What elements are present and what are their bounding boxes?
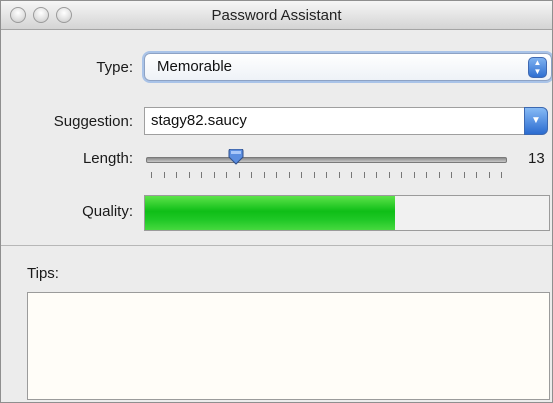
quality-meter-fill	[145, 196, 396, 230]
window-title: Password Assistant	[211, 7, 342, 24]
slider-tick	[401, 172, 402, 178]
type-value: Memorable	[157, 58, 233, 75]
suggestion-value: stagy82.saucy	[151, 112, 247, 129]
suggestion-label: Suggestion:	[53, 113, 133, 130]
slider-tick	[251, 172, 252, 178]
suggestion-field[interactable]: stagy82.saucy	[144, 107, 525, 135]
slider-tick	[388, 172, 390, 178]
slider-tick	[376, 172, 377, 178]
length-slider-ticks	[151, 172, 502, 180]
popup-arrows-icon[interactable]: ▲ ▼	[528, 57, 547, 78]
slider-tick	[463, 172, 465, 178]
slider-tick	[151, 172, 152, 178]
slider-tick	[501, 172, 502, 178]
length-slider-track[interactable]	[146, 157, 507, 163]
slider-tick	[213, 172, 215, 178]
slider-tick	[176, 172, 177, 178]
slider-tick	[301, 172, 302, 178]
slider-tick	[413, 172, 415, 178]
quality-label: Quality:	[82, 203, 133, 220]
password-assistant-window: Password Assistant Type: Memorable ▲ ▼ Su…	[0, 0, 553, 403]
title-bar: Password Assistant	[1, 1, 552, 30]
slider-tick	[338, 172, 340, 178]
slider-tick	[313, 172, 315, 178]
slider-tick	[226, 172, 227, 178]
slider-tick	[363, 172, 365, 178]
type-popup[interactable]: Memorable ▲ ▼	[144, 53, 552, 81]
slider-tick	[276, 172, 277, 178]
slider-tick	[476, 172, 477, 178]
slider-tick	[288, 172, 290, 178]
slider-tick	[438, 172, 440, 178]
slider-tick	[426, 172, 427, 178]
suggestion-dropdown-button[interactable]: ▼	[524, 107, 548, 135]
chevron-down-icon: ▼	[531, 115, 541, 126]
tips-label: Tips:	[27, 265, 59, 282]
slider-tick	[326, 172, 327, 178]
length-value: 13	[528, 150, 545, 167]
slider-tick	[451, 172, 452, 178]
slider-tick	[201, 172, 202, 178]
slider-tick	[188, 172, 190, 178]
slider-tick	[163, 172, 165, 178]
slider-tick	[263, 172, 265, 178]
slider-tick	[351, 172, 352, 178]
length-label: Length:	[82, 150, 133, 167]
quality-meter	[144, 195, 550, 231]
tips-text-area[interactable]	[27, 292, 550, 400]
length-slider-knob[interactable]	[227, 148, 245, 165]
slider-tick	[488, 172, 490, 178]
divider	[1, 245, 552, 246]
slider-tick	[238, 172, 240, 178]
type-label: Type:	[96, 59, 133, 76]
